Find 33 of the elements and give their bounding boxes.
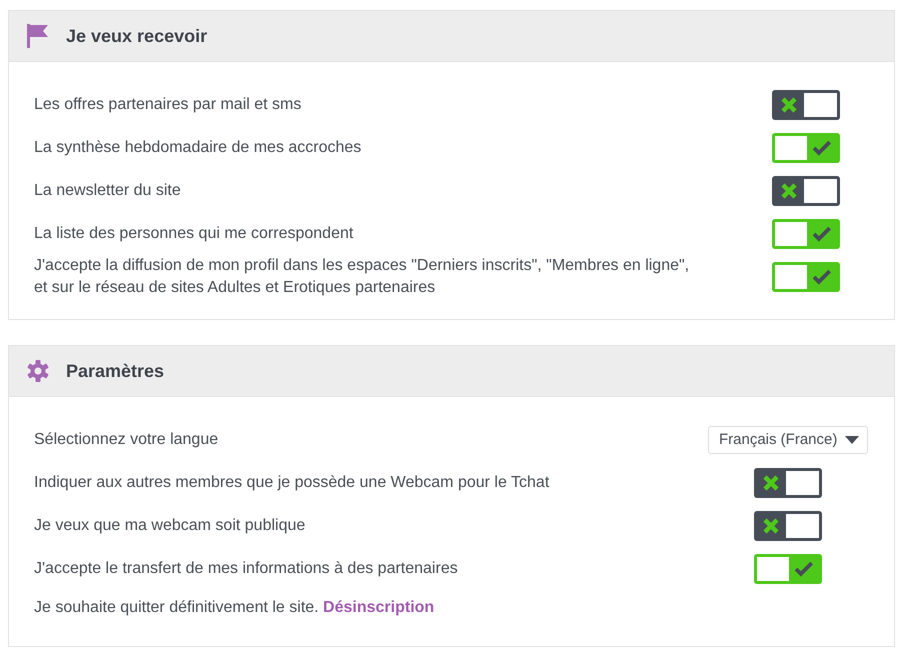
toggle-switch[interactable] — [772, 218, 840, 248]
toggle-switch[interactable] — [772, 132, 840, 162]
setting-label: Les offres partenaires par mail et sms — [34, 94, 302, 114]
toggle-switch[interactable] — [772, 262, 840, 292]
setting-label: La liste des personnes qui me correspondent — [34, 224, 354, 244]
toggle-switch[interactable] — [772, 90, 840, 120]
toggle-switch[interactable] — [754, 468, 822, 498]
flag-icon — [27, 24, 49, 48]
unsubscribe-text: Je souhaite quitter définitivement le site. Désinscription — [34, 598, 436, 618]
setting-label: J'accepte le transfert de mes informations à des partenaires — [34, 558, 459, 578]
setting-label: J'accepte la diffusion de mon profil dans les espaces "Derniers inscrits", "Membres en ligne", et sur le réseau de sites Adultes et Erotiques partenaires — [34, 256, 690, 298]
check-icon — [813, 226, 831, 242]
language-dropdown[interactable]: Français (France) — [708, 426, 868, 454]
check-icon — [795, 560, 813, 576]
setting-label: La newsletter du site — [34, 180, 182, 200]
setting-label: Indiquer aux autres membres que je possède une Webcam pour le Tchat — [34, 472, 550, 492]
unsubscribe-link[interactable]: Désinscription — [323, 599, 434, 616]
check-icon — [813, 269, 831, 285]
toggle-switch[interactable] — [754, 510, 822, 540]
settings-icon — [27, 360, 49, 382]
section-title: Je veux recevoir — [66, 26, 208, 46]
check-icon — [813, 140, 831, 156]
section-title: Paramètres — [66, 360, 164, 382]
caret-icon — [845, 436, 859, 444]
x-icon — [781, 182, 797, 198]
toggle-switch[interactable] — [772, 176, 840, 206]
x-icon — [763, 518, 779, 534]
setting-label: Sélectionnez votre langue — [34, 430, 220, 450]
setting-label: Je veux que ma webcam soit publique — [34, 516, 306, 536]
toggle-switch[interactable] — [754, 554, 822, 584]
setting-label: La synthèse hebdomadaire de mes accroches — [34, 138, 362, 158]
x-icon — [763, 474, 779, 490]
x-icon — [781, 96, 797, 112]
